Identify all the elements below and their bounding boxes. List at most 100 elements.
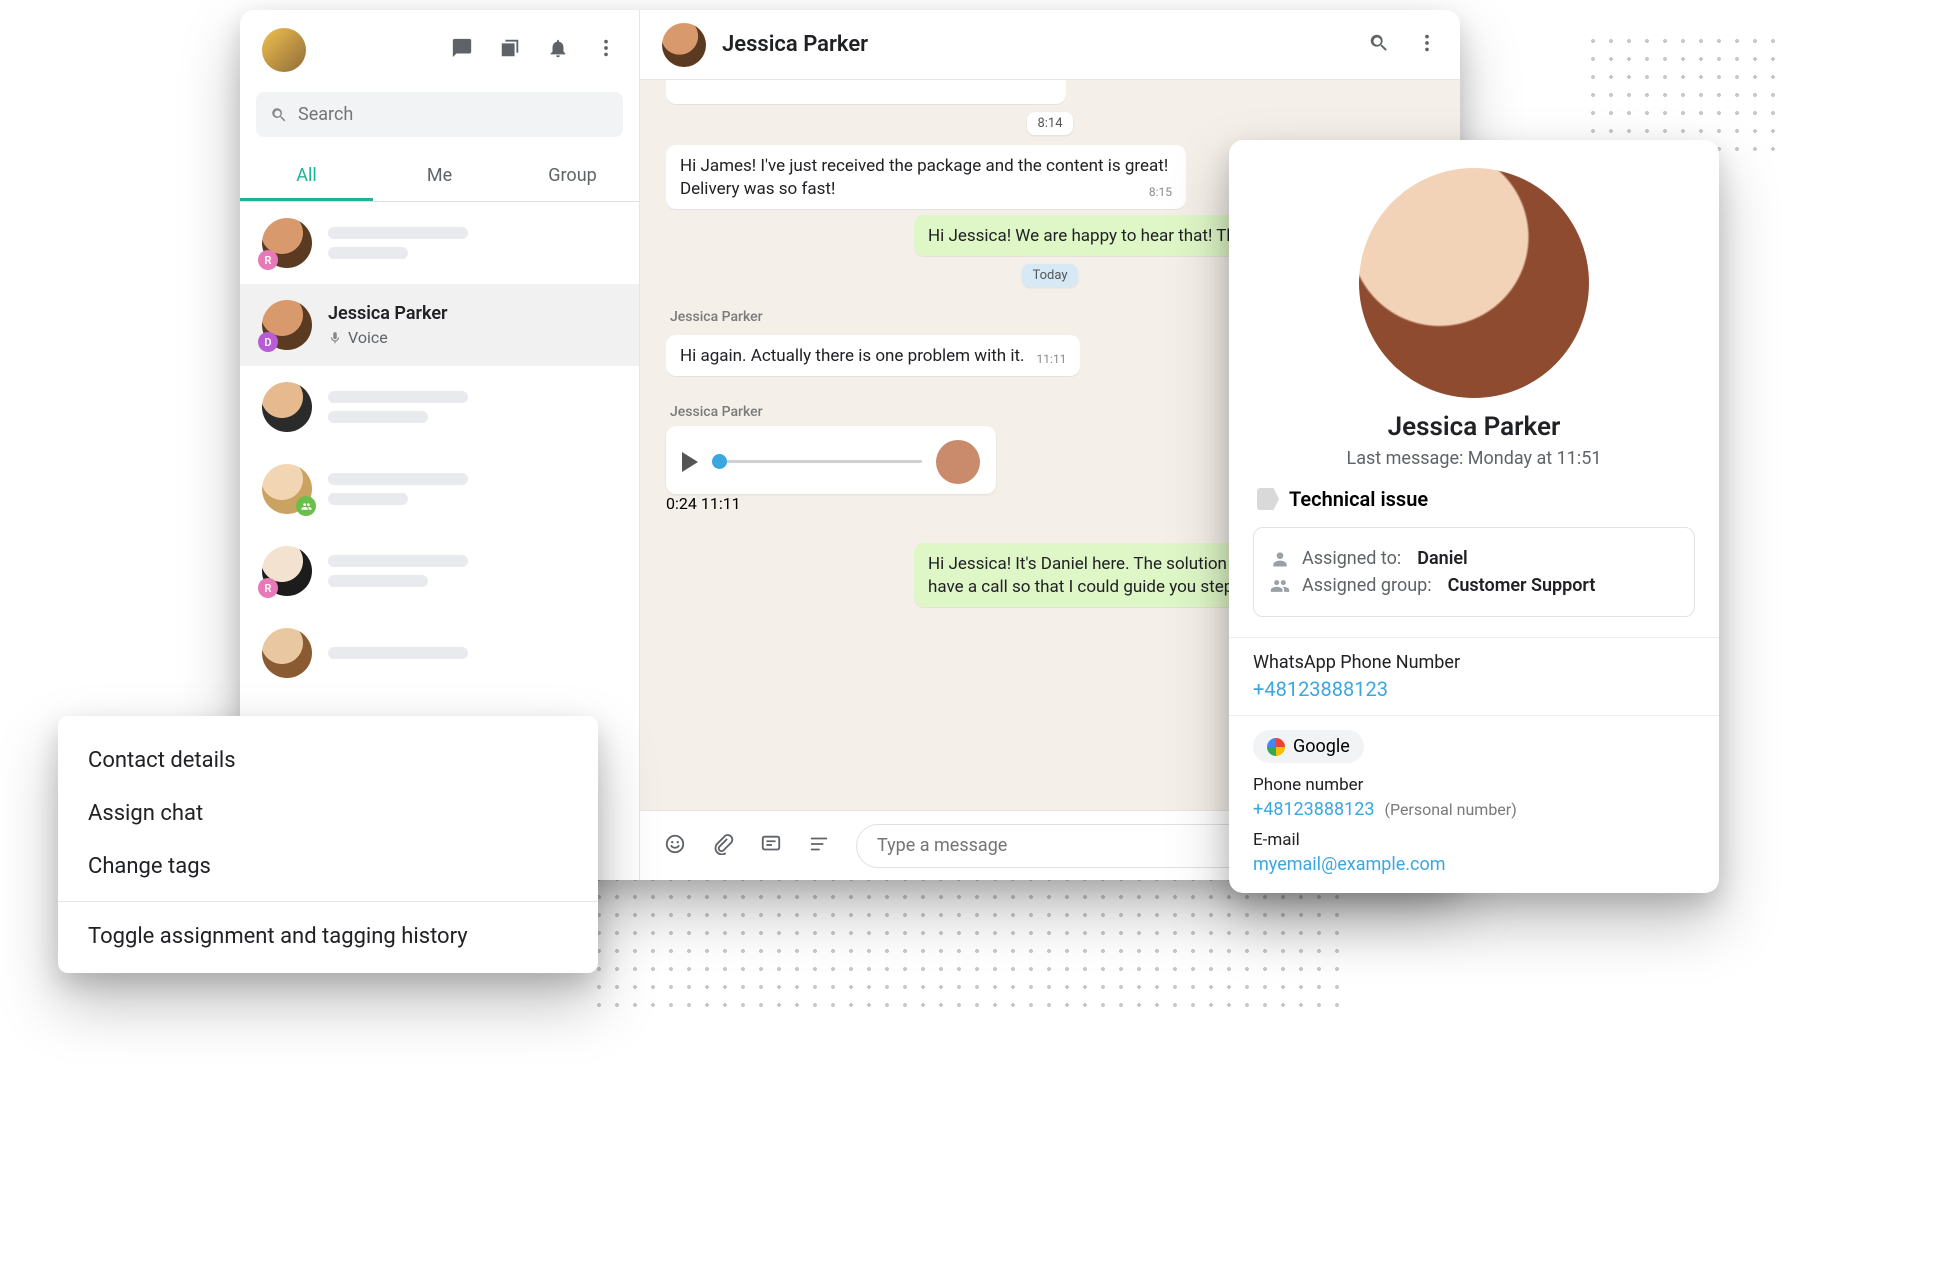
placeholder-line: [328, 493, 408, 505]
placeholder-line: [328, 411, 428, 423]
contact-tag[interactable]: Technical issue: [1257, 487, 1691, 511]
decorative-dots: [1584, 32, 1784, 152]
tag-text: Technical issue: [1289, 487, 1428, 511]
placeholder-line: [328, 555, 468, 567]
email-label: E-mail: [1253, 830, 1695, 850]
chat-list-item[interactable]: R: [240, 202, 639, 284]
chat-header: Jessica Parker: [640, 10, 1460, 80]
value: Customer Support: [1448, 575, 1596, 596]
chat-list-item[interactable]: R: [240, 530, 639, 612]
chat-item-sub-text: Voice: [348, 328, 388, 347]
search-input[interactable]: [298, 104, 609, 125]
voice-track[interactable]: [712, 460, 922, 463]
google-source-pill: Google: [1253, 730, 1364, 763]
message-in: Hi James! I've just received the package…: [666, 145, 1186, 209]
divider: [1229, 637, 1719, 638]
phone-note: (Personal number): [1384, 800, 1516, 819]
google-logo-icon: [1267, 738, 1285, 756]
message-in: Hi again. Actually there is one problem …: [666, 335, 1080, 376]
assignment-box: Assigned to: Daniel Assigned group: Cust…: [1253, 527, 1695, 617]
ctx-contact-details[interactable]: Contact details: [58, 734, 598, 787]
search-field[interactable]: [256, 92, 623, 137]
placeholder-line: [328, 247, 408, 259]
placeholder-line: [328, 575, 428, 587]
bell-icon[interactable]: [547, 37, 569, 63]
context-menu: Contact details Assign chat Change tags …: [58, 716, 598, 973]
contact-last-message: Last message: Monday at 11:51: [1253, 448, 1695, 469]
whatsapp-label: WhatsApp Phone Number: [1253, 652, 1695, 673]
attach-icon[interactable]: [712, 833, 734, 859]
phone-number[interactable]: +48123888123: [1253, 799, 1375, 820]
assignee-badge: D: [258, 332, 278, 352]
email-value[interactable]: myemail@example.com: [1253, 854, 1695, 875]
value: Daniel: [1417, 548, 1467, 569]
time-chip: 8:14: [1027, 112, 1072, 135]
contact-detail-card: Jessica Parker Last message: Monday at 1…: [1229, 140, 1719, 893]
group-badge: [296, 496, 316, 516]
chat-item-subtitle: Voice: [328, 328, 617, 347]
contact-name: Jessica Parker: [1253, 412, 1695, 442]
search-icon[interactable]: [1368, 32, 1390, 58]
assignee-badge: R: [258, 578, 278, 598]
placeholder-line: [328, 227, 468, 239]
mic-icon: [328, 331, 342, 345]
voice-avatar: [936, 440, 980, 484]
tab-group[interactable]: Group: [506, 151, 639, 201]
assignee-badge: R: [258, 250, 278, 270]
google-label: Google: [1293, 736, 1350, 757]
avatar: [262, 382, 312, 432]
assigned-group-row: Assigned group: Customer Support: [1270, 575, 1678, 596]
message-time: 11:11: [1037, 351, 1067, 367]
chat-list-item-selected[interactable]: D Jessica Parker Voice: [240, 284, 639, 366]
chat-avatar[interactable]: [662, 23, 706, 67]
today-chip: Today: [1022, 264, 1077, 287]
voice-knob[interactable]: [712, 454, 727, 469]
ctx-toggle-history[interactable]: Toggle assignment and tagging history: [58, 910, 598, 963]
message-text: Hi James! I've just received the package…: [680, 156, 1168, 199]
label: Assigned group:: [1302, 575, 1432, 596]
person-icon: [1270, 549, 1290, 569]
me-avatar[interactable]: [262, 28, 306, 72]
bubble-peek: [666, 80, 1066, 104]
avatar: R: [262, 546, 312, 596]
divider: [58, 901, 598, 902]
tab-all[interactable]: All: [240, 151, 373, 201]
more-icon[interactable]: [595, 37, 617, 63]
search-icon: [270, 106, 288, 124]
message-text: Hi again. Actually there is one problem …: [680, 346, 1025, 366]
group-icon: [1270, 576, 1290, 596]
chat-icon[interactable]: [451, 37, 473, 63]
chat-list-item[interactable]: [240, 366, 639, 448]
divider: [1229, 715, 1719, 716]
template-icon[interactable]: [760, 833, 782, 859]
placeholder-line: [328, 473, 468, 485]
notes-icon[interactable]: [808, 833, 830, 859]
ctx-assign-chat[interactable]: Assign chat: [58, 787, 598, 840]
sidebar-tabs: All Me Group: [240, 151, 639, 202]
tab-me[interactable]: Me: [373, 151, 506, 201]
assigned-to-row: Assigned to: Daniel: [1270, 548, 1678, 569]
play-icon[interactable]: [682, 452, 698, 472]
avatar: [262, 464, 312, 514]
whatsapp-number[interactable]: +48123888123: [1253, 677, 1695, 701]
avatar: R: [262, 218, 312, 268]
chat-list-item[interactable]: [240, 612, 639, 694]
placeholder-line: [328, 647, 468, 659]
contact-photo: [1359, 168, 1589, 398]
message-time: 8:15: [1149, 184, 1172, 200]
voice-elapsed: 0:24: [666, 494, 697, 513]
chat-item-name: Jessica Parker: [328, 303, 617, 324]
placeholder-line: [328, 391, 468, 403]
label: Assigned to:: [1302, 548, 1401, 569]
more-icon[interactable]: [1416, 32, 1438, 58]
voice-message[interactable]: 0:24 11:11: [666, 426, 996, 513]
avatar: D: [262, 300, 312, 350]
phone-label: Phone number: [1253, 775, 1695, 795]
voice-time: 11:11: [701, 494, 741, 513]
avatar: [262, 628, 312, 678]
chat-list-item[interactable]: [240, 448, 639, 530]
ctx-change-tags[interactable]: Change tags: [58, 840, 598, 893]
emoji-icon[interactable]: [664, 833, 686, 859]
sidebar-topbar: [240, 10, 639, 84]
stacked-icon[interactable]: [499, 37, 521, 63]
